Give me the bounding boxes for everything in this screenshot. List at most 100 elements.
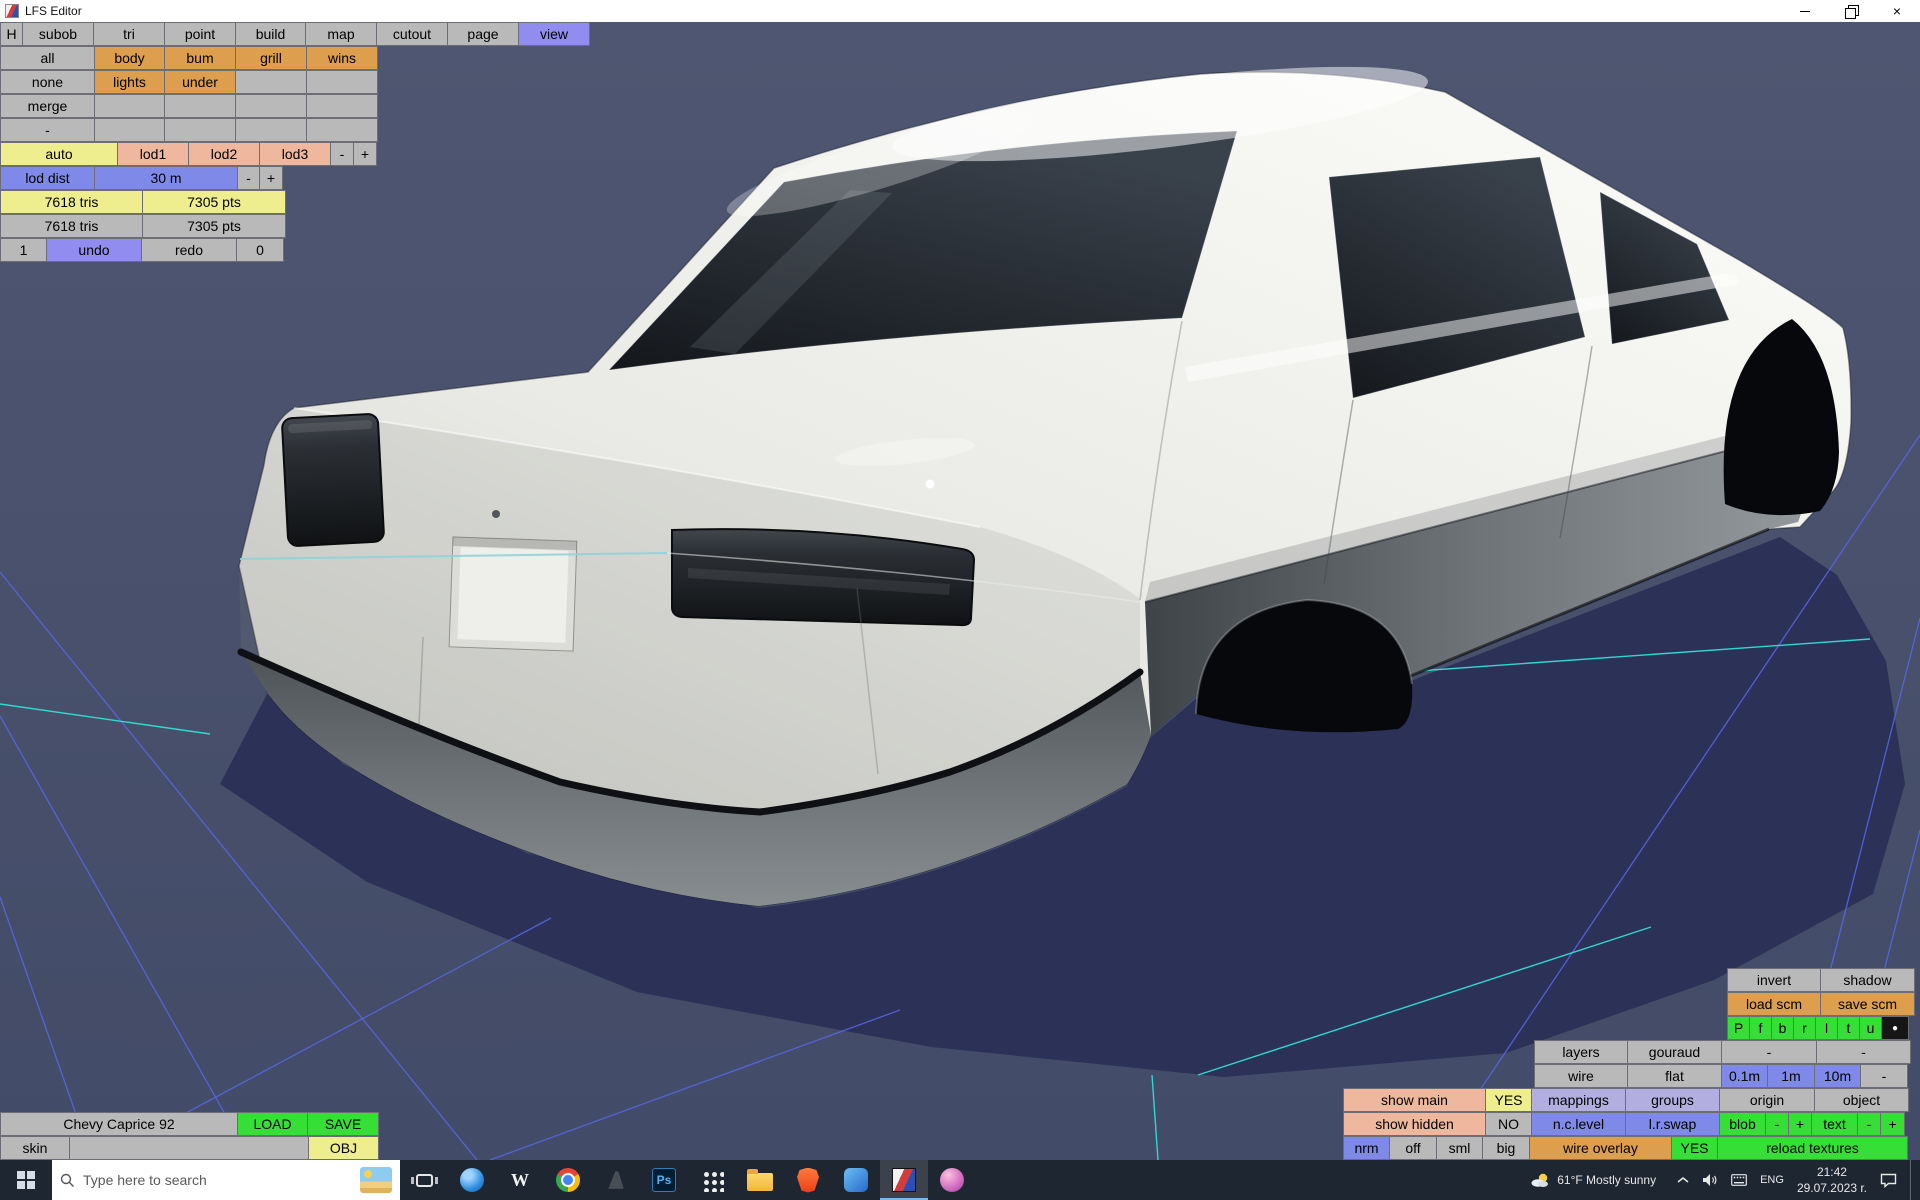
close-button[interactable]: × [1874, 0, 1920, 22]
grid-off-button[interactable]: - [1860, 1064, 1908, 1088]
text-button[interactable]: text [1811, 1112, 1858, 1136]
lfs-editor-app-button[interactable] [880, 1160, 928, 1200]
view-back-button[interactable]: b [1771, 1016, 1794, 1040]
view-perspective-button[interactable]: P [1727, 1016, 1750, 1040]
gouraud-button[interactable]: gouraud [1627, 1040, 1722, 1064]
tab-point[interactable]: point [164, 22, 236, 46]
show-desktop-button[interactable] [1910, 1160, 1916, 1200]
blue-app-button[interactable] [832, 1160, 880, 1200]
pink-app-button[interactable] [928, 1160, 976, 1200]
select-all-button[interactable]: all [0, 46, 95, 70]
blob-button[interactable]: blob [1719, 1112, 1766, 1136]
show-hidden-button[interactable]: show hidden [1343, 1112, 1486, 1136]
group-grill-button[interactable]: grill [235, 46, 307, 70]
file-explorer-app-button[interactable] [736, 1160, 784, 1200]
origin-button[interactable]: origin [1719, 1088, 1815, 1112]
lod1-button[interactable]: lod1 [117, 142, 189, 166]
flat-button[interactable]: flat [1627, 1064, 1722, 1088]
dark-fin-app-button[interactable] [592, 1160, 640, 1200]
layers-button[interactable]: layers [1534, 1040, 1628, 1064]
photoshop-app-button[interactable]: Ps [640, 1160, 688, 1200]
view-top-button[interactable]: t [1837, 1016, 1860, 1040]
grid-app-button[interactable] [688, 1160, 736, 1200]
viewport-3d[interactable] [0, 22, 1920, 1160]
volume-icon[interactable] [1702, 1173, 1718, 1187]
group-bum-button[interactable]: bum [164, 46, 236, 70]
shadow-button[interactable]: shadow [1820, 968, 1915, 992]
select-none-button[interactable]: none [0, 70, 95, 94]
show-main-value[interactable]: YES [1485, 1088, 1532, 1112]
clock[interactable]: 21:42 29.07.2023 r. [1797, 1164, 1867, 1196]
language-indicator[interactable]: ENG [1760, 1174, 1784, 1186]
save-scm-button[interactable]: save scm [1820, 992, 1915, 1016]
w-app-button[interactable]: W [496, 1160, 544, 1200]
h-button[interactable]: H [0, 22, 23, 46]
sml-button[interactable]: sml [1436, 1136, 1483, 1160]
minimize-button[interactable] [1782, 0, 1828, 22]
tab-tri[interactable]: tri [93, 22, 165, 46]
group-under-button[interactable]: under [164, 70, 236, 94]
nc-level-button[interactable]: n.c.level [1531, 1112, 1626, 1136]
dash-button[interactable]: - [1816, 1040, 1911, 1064]
skin-button[interactable]: skin [0, 1136, 70, 1160]
group-wins-button[interactable]: wins [306, 46, 378, 70]
tray-weather-widget[interactable]: 61°F Mostly sunny [1522, 1160, 1664, 1200]
lod-auto-button[interactable]: auto [0, 142, 118, 166]
tab-map[interactable]: map [305, 22, 377, 46]
load-scm-button[interactable]: load scm [1727, 992, 1821, 1016]
search-box[interactable] [52, 1160, 400, 1200]
show-main-button[interactable]: show main [1343, 1088, 1486, 1112]
tab-build[interactable]: build [235, 22, 306, 46]
wire-overlay-button[interactable]: wire overlay [1529, 1136, 1672, 1160]
view-right-button[interactable]: r [1793, 1016, 1816, 1040]
wire-overlay-value[interactable]: YES [1671, 1136, 1718, 1160]
model-name-button[interactable]: Chevy Caprice 92 [0, 1112, 238, 1136]
show-hidden-value[interactable]: NO [1485, 1112, 1532, 1136]
undo-button[interactable]: undo [46, 238, 142, 262]
minus-button[interactable]: - [0, 118, 95, 142]
invert-button[interactable]: invert [1727, 968, 1821, 992]
lod-dist-plus-button[interactable]: + [259, 166, 283, 190]
tab-view-selected[interactable]: view [518, 22, 590, 46]
task-view-button[interactable] [400, 1160, 448, 1200]
grid-10m-button[interactable]: 10m [1814, 1064, 1861, 1088]
blob-minus-button[interactable]: - [1765, 1112, 1789, 1136]
wire-button[interactable]: wire [1534, 1064, 1628, 1088]
view-under-button[interactable]: u [1859, 1016, 1882, 1040]
search-input[interactable] [83, 1172, 352, 1188]
object-button[interactable]: object [1814, 1088, 1909, 1112]
mappings-button[interactable]: mappings [1531, 1088, 1626, 1112]
tab-subob[interactable]: subob [22, 22, 94, 46]
merge-button[interactable]: merge [0, 94, 95, 118]
lod2-button[interactable]: lod2 [188, 142, 260, 166]
blob-plus-button[interactable]: + [1788, 1112, 1812, 1136]
lod-plus-button[interactable]: + [353, 142, 377, 166]
groups-button[interactable]: groups [1625, 1088, 1720, 1112]
lr-swap-button[interactable]: l.r.swap [1625, 1112, 1720, 1136]
group-body-button[interactable]: body [94, 46, 165, 70]
grid-1m-button[interactable]: 1m [1767, 1064, 1815, 1088]
load-button[interactable]: LOAD [237, 1112, 308, 1136]
tab-cutout[interactable]: cutout [376, 22, 448, 46]
view-front-button[interactable]: f [1749, 1016, 1772, 1040]
lod-minus-button[interactable]: - [330, 142, 354, 166]
text-plus-button[interactable]: + [1880, 1112, 1905, 1136]
redo-button[interactable]: redo [141, 238, 237, 262]
restore-button[interactable] [1828, 0, 1874, 22]
start-button[interactable] [0, 1160, 52, 1200]
text-minus-button[interactable]: - [1857, 1112, 1881, 1136]
dash-button[interactable]: - [1721, 1040, 1817, 1064]
off-button[interactable]: off [1389, 1136, 1437, 1160]
grid-0-1m-button[interactable]: 0.1m [1721, 1064, 1768, 1088]
save-button[interactable]: SAVE [307, 1112, 379, 1136]
obj-button[interactable]: OBJ [308, 1136, 379, 1160]
view-left-button[interactable]: l [1815, 1016, 1838, 1040]
big-button[interactable]: big [1482, 1136, 1530, 1160]
lod-dist-minus-button[interactable]: - [237, 166, 260, 190]
nrm-button[interactable]: nrm [1343, 1136, 1390, 1160]
reload-textures-button[interactable]: reload textures [1717, 1136, 1908, 1160]
lod3-button[interactable]: lod3 [259, 142, 331, 166]
tray-expand-icon[interactable] [1677, 1176, 1689, 1184]
action-center-icon[interactable] [1880, 1173, 1897, 1188]
blue-ring-app-button[interactable] [448, 1160, 496, 1200]
